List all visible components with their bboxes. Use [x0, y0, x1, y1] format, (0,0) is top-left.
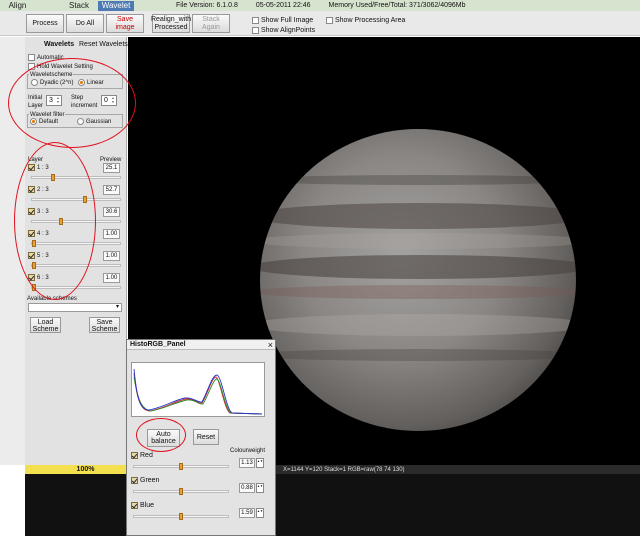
save-label-1: Save — [96, 319, 113, 326]
histogram-red-curve — [133, 372, 263, 415]
spinner-arrows-icon[interactable]: ▲▼ — [256, 458, 264, 468]
show-alignpoints-label: Show AlignPoints — [261, 27, 316, 34]
spinner-arrows-icon[interactable]: ▲▼ — [256, 483, 264, 493]
realign-label-1: Realign_with — [150, 15, 192, 23]
file-version: File Version: 6.1.0.8 — [176, 2, 238, 9]
tab-wavelet[interactable]: Wavelet — [98, 1, 134, 11]
planet-band — [260, 203, 576, 229]
chevron-down-icon: ▾ — [115, 304, 119, 310]
schemes-dropdown[interactable]: ▾ — [28, 303, 122, 312]
channel-weight-value[interactable]: 1.59 — [239, 508, 255, 518]
show-full-image-checkbox[interactable] — [252, 17, 259, 24]
datetime: 05-05-2011 22:46 — [255, 2, 311, 9]
channel-slider-thumb[interactable] — [179, 488, 183, 495]
save-label-2: Scheme — [91, 326, 118, 333]
histogram-graph — [131, 362, 265, 417]
planet-band — [260, 233, 576, 249]
histogram-svg — [133, 368, 263, 415]
realign-label-2: Processed — [154, 23, 188, 31]
channel-label: Red — [140, 452, 153, 459]
lower-left-margin — [0, 474, 25, 536]
planet-band — [260, 255, 576, 279]
channel-label: Blue — [140, 502, 155, 509]
channel-weight-value[interactable]: 0.88 — [239, 483, 255, 493]
file-info: File Version: 6.1.0.8 05-05-2011 22:46 M… — [176, 1, 466, 10]
toolbar: Process Do All Save image Realign_with P… — [0, 11, 640, 36]
save-scheme-button[interactable]: Save Scheme — [89, 317, 120, 333]
show-processing-area-checkbox[interactable] — [326, 17, 333, 24]
planet-band — [260, 349, 576, 361]
load-label-2: Scheme — [32, 326, 59, 333]
memory-usage: Memory Used/Free/Total: 371/3062/4096Mb — [328, 2, 466, 9]
channel-slider-thumb[interactable] — [179, 463, 183, 470]
layer-value-box[interactable]: 1.00 — [103, 251, 120, 261]
reset-button[interactable]: Reset — [193, 429, 219, 445]
pixel-readout: X=1144 Y=120 Stack=1 RGB=raw(78 74 130) — [283, 467, 405, 473]
reset-wavelets-button[interactable]: Reset Wavelets — [79, 41, 128, 49]
tab-stack[interactable]: Stack — [62, 1, 96, 11]
spinner-arrows-icon[interactable]: ▲▼ — [256, 508, 264, 518]
tab-bar: Align Stack Wavelet File Version: 6.1.0.… — [0, 0, 640, 11]
process-button[interactable]: Process — [26, 14, 64, 33]
annotation-circle-scheme — [8, 58, 136, 148]
channel-label: Green — [140, 477, 160, 484]
realign-button[interactable]: Realign_with Processed — [150, 14, 192, 33]
load-scheme-button[interactable]: Load Scheme — [30, 317, 61, 333]
channel-slider-thumb[interactable] — [179, 513, 183, 520]
automatic-checkbox[interactable] — [28, 54, 35, 61]
channel-checkbox[interactable] — [131, 452, 138, 459]
planet-band — [260, 175, 576, 185]
stack-again-button[interactable]: Stack Again — [192, 14, 230, 33]
histogram-green-curve — [133, 376, 263, 415]
wavelets-title: Wavelets — [44, 41, 75, 48]
histogram-blue-curve — [133, 368, 263, 415]
layer-value-box[interactable]: 1.00 — [103, 229, 120, 239]
close-icon[interactable]: × — [268, 340, 273, 350]
layer-value-box[interactable]: 1.00 — [103, 273, 120, 283]
annotation-circle-auto-balance — [136, 418, 186, 452]
load-label-1: Load — [37, 319, 54, 326]
planet-image — [260, 129, 576, 431]
annotation-circle-layers — [14, 142, 96, 300]
channel-checkbox[interactable] — [131, 502, 138, 509]
lower-dark-area — [25, 474, 640, 536]
show-full-image-label: Show Full Image — [261, 17, 314, 24]
colourweight-label: Colourweight — [230, 448, 266, 454]
layer-value-box[interactable]: 52.7 — [103, 185, 120, 195]
show-processing-area-label: Show Processing Area — [335, 17, 406, 24]
channel-weight-value[interactable]: 1.13 — [239, 458, 255, 468]
tab-align[interactable]: Align — [1, 1, 34, 11]
show-alignpoints-checkbox[interactable] — [252, 27, 259, 34]
do-all-button[interactable]: Do All — [66, 14, 104, 33]
save-image-button[interactable]: Save image — [106, 14, 144, 33]
planet-band — [260, 285, 576, 299]
histo-panel-title: HistoRGB_Panel — [127, 340, 275, 350]
layer-value-box[interactable]: 25.1 — [103, 163, 120, 173]
layer-value-box[interactable]: 30.6 — [103, 207, 120, 217]
planet-band — [260, 314, 576, 336]
channel-checkbox[interactable] — [131, 477, 138, 484]
